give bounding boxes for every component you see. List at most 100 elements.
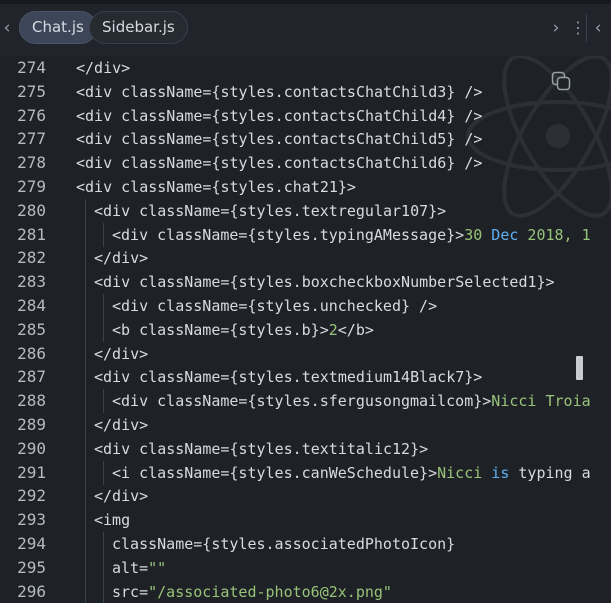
indent-guide: [103, 222, 104, 247]
code-token: "/associated-photo6@2x.png": [148, 582, 392, 601]
code-token: typing a: [509, 463, 591, 482]
indent-guide: [85, 389, 86, 414]
code-token: src=: [112, 582, 149, 601]
code-token: </div>: [94, 344, 149, 363]
line-number: 291: [17, 462, 46, 482]
line-number: 296: [17, 581, 46, 601]
line-number: 285: [17, 319, 46, 339]
code-token: is: [491, 463, 510, 482]
line-number: 293: [17, 510, 46, 530]
code-token: "": [148, 558, 167, 577]
line-number: 274: [17, 58, 46, 77]
code-line[interactable]: 295 alt="": [0, 555, 611, 580]
code-text: </div>: [94, 342, 148, 366]
code-text: </div>: [94, 413, 148, 437]
indent-guide: [103, 460, 104, 485]
line-number: 280: [17, 200, 46, 220]
code-token: <b className={styles.b}>: [112, 320, 329, 339]
indent-guide: [85, 365, 86, 390]
tab-bar: ‹ Chat.js Sidebar.js › ⋮ ‹: [0, 0, 611, 56]
code-line[interactable]: 279 <div className={styles.chat21}>: [0, 175, 611, 199]
tab-sidebar-js[interactable]: Sidebar.js: [89, 11, 188, 44]
code-token: Nicci: [437, 463, 492, 482]
chevron-left-icon[interactable]: ‹: [0, 18, 14, 38]
indent-guide: [103, 555, 104, 580]
indent-guide: [103, 579, 104, 603]
code-token: alt=: [112, 558, 149, 577]
code-line[interactable]: 290 <div className={styles.textitalic12}>: [0, 436, 611, 461]
tab-chat-js[interactable]: Chat.js: [19, 11, 97, 44]
code-line[interactable]: 288 <div className={styles.sfergusongmail…: [0, 389, 611, 414]
indent-guide: [85, 270, 86, 295]
code-line[interactable]: 296 src="/associated-photo6@2x.png": [0, 579, 611, 603]
code-token: </div>: [94, 416, 149, 434]
code-text: <div className={styles.textitalic12}>: [94, 437, 428, 461]
code-line[interactable]: 284 <div className={styles.unchecked} />: [0, 294, 611, 318]
code-text: <div className={styles.contactsChatChild…: [76, 80, 482, 104]
code-text: <div className={styles.chat21}>: [76, 175, 356, 199]
tab-label: Sidebar.js: [102, 18, 175, 36]
code-line[interactable]: 289 </div>: [0, 413, 611, 437]
code-text: <div className={styles.textmedium14Black…: [94, 365, 482, 389]
code-text: <div className={styles.boxcheckboxNumber…: [94, 270, 555, 294]
indent-guide: [85, 508, 86, 533]
code-line[interactable]: 275 <div className={styles.contactsChatCh…: [0, 80, 611, 104]
code-line[interactable]: 280 <div className={styles.textregular107…: [0, 198, 611, 223]
code-line[interactable]: 283 <div className={styles.boxcheckboxNum…: [0, 270, 611, 295]
line-number: 276: [17, 105, 46, 125]
code-text: </div>: [94, 246, 148, 270]
line-number: 277: [17, 129, 46, 149]
code-token: <div className={styles.unchecked} />: [112, 297, 438, 315]
indent-guide: [85, 532, 86, 556]
code-line[interactable]: 287 <div className={styles.textmedium14Bl…: [0, 365, 611, 390]
code-token: <div className={styles.typingAMessage}>: [112, 225, 465, 244]
code-line[interactable]: 285 <b className={styles.b}>2</b>: [0, 317, 611, 342]
tab-bar-divider: [586, 14, 587, 42]
indent-guide: [85, 579, 86, 603]
code-token: </div>: [76, 59, 131, 77]
code-line[interactable]: 276 <div className={styles.contactsChatCh…: [0, 104, 611, 128]
code-line[interactable]: 294 className={styles.associatedPhotoIcon…: [0, 532, 611, 556]
code-line[interactable]: 277 <div className={styles.contactsChatCh…: [0, 127, 611, 151]
code-editor[interactable]: 274 </div> 275 <div className={styles.conta…: [0, 56, 611, 603]
code-line[interactable]: 282 </div>: [0, 246, 611, 271]
code-token: <div className={styles.textregular107}>: [94, 201, 447, 220]
code-text: <img: [94, 508, 130, 532]
code-line[interactable]: 278 <div className={styles.contactsChatCh…: [0, 151, 611, 175]
chevron-right-icon[interactable]: ›: [549, 18, 563, 38]
code-token: </div>: [94, 249, 149, 268]
indent-guide: [103, 532, 104, 556]
code-token: Nicci Troia: [491, 392, 591, 411]
code-token: <img: [94, 511, 131, 530]
code-text: <div className={styles.contactsChatChild…: [76, 104, 482, 128]
line-number: 283: [17, 272, 46, 292]
code-token: <div className={styles.boxcheckboxNumber…: [94, 273, 555, 292]
code-line[interactable]: 281 <div className={styles.typingAMessage…: [0, 222, 611, 247]
code-text: <i className={styles.canWeSchedule}>Nicc…: [112, 461, 591, 485]
code-line[interactable]: 292 </div>: [0, 484, 611, 509]
code-line[interactable]: 293 <img: [0, 508, 611, 533]
kebab-menu-icon[interactable]: ⋮: [570, 18, 586, 38]
code-text: src="/associated-photo6@2x.png": [112, 580, 392, 603]
code-token: <div className={styles.sfergusongmailcom…: [112, 392, 492, 411]
code-text: <div className={styles.unchecked} />: [112, 294, 437, 318]
collapse-chevron-left-icon[interactable]: ‹: [591, 18, 605, 38]
line-number: 287: [17, 367, 46, 387]
code-text: alt="": [112, 556, 166, 580]
line-number: 281: [17, 224, 46, 244]
code-text: className={styles.associatedPhotoIcon}: [112, 532, 455, 556]
indent-guide: [85, 555, 86, 580]
code-line[interactable]: 291 <i className={styles.canWeSchedule}>N…: [0, 460, 611, 485]
code-line[interactable]: 286 </div>: [0, 341, 611, 366]
code-text: <div className={styles.contactsChatChild…: [76, 151, 482, 175]
indent-guide: [103, 389, 104, 414]
code-line[interactable]: 274 </div>: [0, 56, 611, 80]
code-token: <i className={styles.canWeSchedule}>: [112, 463, 438, 482]
code-token: 2018, 1: [518, 225, 591, 244]
code-token: <div className={styles.contactsChatChild…: [76, 154, 483, 173]
indent-guide: [103, 317, 104, 342]
code-text: <div className={styles.textregular107}>: [94, 199, 446, 223]
line-number: 289: [17, 415, 46, 434]
code-token: </div>: [94, 487, 149, 506]
code-token: 30: [464, 225, 492, 244]
